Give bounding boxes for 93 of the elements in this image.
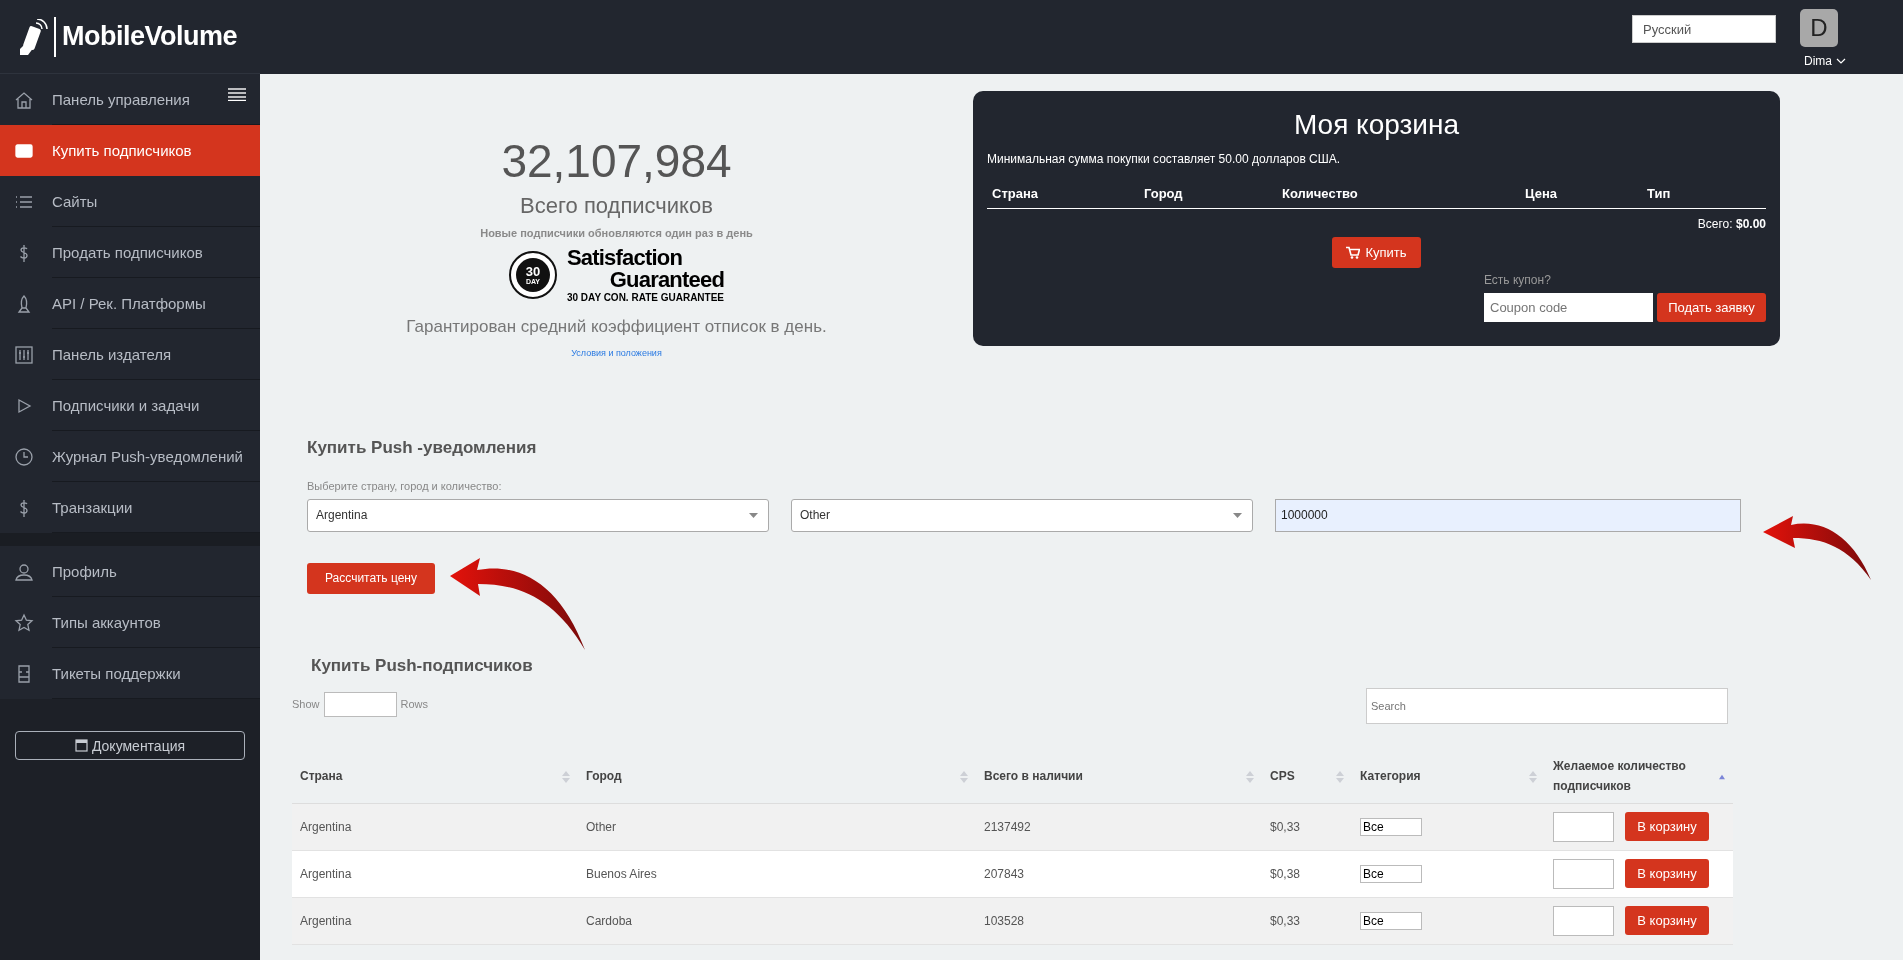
calculate-button[interactable]: Рассчитать цену [307, 562, 435, 594]
apply-button[interactable]: Подать заявку [1657, 293, 1766, 322]
section-title: Купить Push -уведомления [307, 437, 538, 458]
sort-icon [1529, 770, 1537, 783]
nav-item[interactable]: Профиль [0, 546, 260, 597]
nav-item[interactable]: Купить подписчиков [0, 125, 260, 176]
table-cell: $0,33 [1262, 897, 1352, 945]
column-header: Цена [1525, 186, 1558, 201]
show-label: Show [292, 698, 320, 711]
sliders-icon [14, 344, 34, 365]
sort-ascending-icon [1719, 773, 1725, 780]
avatar[interactable]: D [1800, 9, 1838, 47]
table-cell: 2137492 [976, 803, 1262, 851]
badge-tagline: 30 DAY CON. RATE GUARANTEE [566, 292, 725, 303]
nav-item[interactable]: Панель издателя [0, 329, 260, 380]
user-icon [14, 561, 34, 582]
nav-item[interactable]: API / Рек. Платформы [0, 278, 260, 329]
quantity-field[interactable]: 1000000 [1275, 498, 1741, 532]
sort-icon [1336, 770, 1344, 783]
add-to-cart-button[interactable]: В корзину [1625, 859, 1709, 889]
update-note: Новые подписчики обновляются один раз в день [480, 226, 753, 239]
documentation-button[interactable]: Документация [15, 731, 245, 760]
sort-icon [960, 770, 968, 783]
terms-link[interactable]: Условия и положения [571, 347, 662, 358]
form-label: Выберите страну, город и количество: [307, 479, 503, 492]
nav-item[interactable]: Продать подписчиков [0, 227, 260, 278]
nav-item[interactable]: Панель управления [0, 74, 260, 125]
select-field[interactable]: Argentina [307, 498, 769, 532]
section-title: Купить Push-подписчиков [311, 655, 534, 676]
chevron-down-icon [1836, 58, 1846, 64]
star-icon [14, 612, 34, 633]
cart-icon [1346, 246, 1361, 259]
nav-item[interactable]: Журнал Push-уведомлений [0, 431, 260, 482]
column-header[interactable]: Категория [1352, 750, 1545, 804]
cart-total: Всего: $0.00 [1697, 217, 1766, 231]
column-header[interactable]: Всего в наличии [976, 750, 1262, 804]
column-header: Количество [1282, 186, 1359, 201]
calendar-icon [74, 739, 88, 752]
logo-divider [54, 16, 56, 57]
sort-icon [1246, 770, 1254, 783]
category-field[interactable]: Все [1360, 817, 1422, 836]
nav-item[interactable]: Тикеты поддержки [0, 648, 260, 699]
nav-item[interactable]: Подписчики и задачи [0, 380, 260, 431]
badge-title: Satisfaction [566, 246, 684, 269]
table-cell: Buenos Aires [578, 850, 976, 898]
table-cell: Argentina [292, 803, 578, 851]
coupon-label: Есть купон? [1484, 273, 1552, 287]
guarantee-text: Гарантирован средний коэффициент отписок в день. [406, 316, 827, 337]
amount-field[interactable] [1553, 811, 1614, 842]
language-field[interactable]: Русский [1632, 15, 1776, 43]
column-header: Тип [1647, 186, 1672, 201]
seal-number: 30 [525, 264, 541, 278]
nav-item[interactable]: Транзакции [0, 482, 260, 533]
category-field[interactable]: Все [1360, 864, 1422, 883]
sort-icon [562, 770, 570, 783]
column-header: Город [1144, 186, 1184, 201]
buy-button[interactable]: Купить [1332, 237, 1421, 268]
user-menu[interactable]: Dima [1804, 54, 1846, 68]
logo: MobileVolume [62, 21, 237, 52]
rows-label: Rows [400, 698, 429, 711]
table-cell: Argentina [292, 850, 578, 898]
amount-field[interactable] [1553, 905, 1614, 936]
menu-icon [228, 88, 246, 101]
column-header[interactable]: Страна [292, 750, 578, 804]
table-cell: Cardoba [578, 897, 976, 945]
search-field[interactable]: Search [1366, 687, 1728, 724]
table-cell: $0,38 [1262, 850, 1352, 898]
select-field[interactable]: Other [791, 498, 1253, 532]
nav-item[interactable]: Типы аккаунтов [0, 597, 260, 648]
nav-item[interactable]: Сайты [0, 176, 260, 227]
add-to-cart-button[interactable]: В корзину [1625, 812, 1709, 842]
column-header: Страна [992, 186, 1039, 201]
subscriber-total: 32,107,984 [501, 136, 732, 187]
add-to-cart-button[interactable]: В корзину [1625, 906, 1709, 936]
cart-title: Моя корзина [1292, 109, 1461, 141]
subscriber-total-label: Всего подписчиков [520, 192, 713, 219]
clock-icon [14, 446, 34, 467]
table-cell: 207843 [976, 850, 1262, 898]
column-header[interactable]: Желаемое количество подписчиков [1545, 750, 1733, 804]
category-field[interactable]: Все [1360, 911, 1422, 930]
caret-icon [749, 512, 758, 518]
table-cell: Argentina [292, 897, 578, 945]
table-cell: $0,33 [1262, 803, 1352, 851]
badge-subtitle: Guaranteed [609, 268, 725, 291]
table-cell: Other [578, 803, 976, 851]
coupon-field[interactable]: Coupon code [1484, 293, 1653, 322]
amount-field[interactable] [1553, 858, 1614, 889]
minimum-note: Минимальная сумма покупки составляет 50.00 долларов США. [987, 152, 1342, 166]
caret-icon [1233, 512, 1242, 518]
column-header[interactable]: CPS [1262, 750, 1352, 804]
column-header[interactable]: Город [578, 750, 976, 804]
rows-field[interactable] [323, 691, 397, 717]
table-cell: 103528 [976, 897, 1262, 945]
